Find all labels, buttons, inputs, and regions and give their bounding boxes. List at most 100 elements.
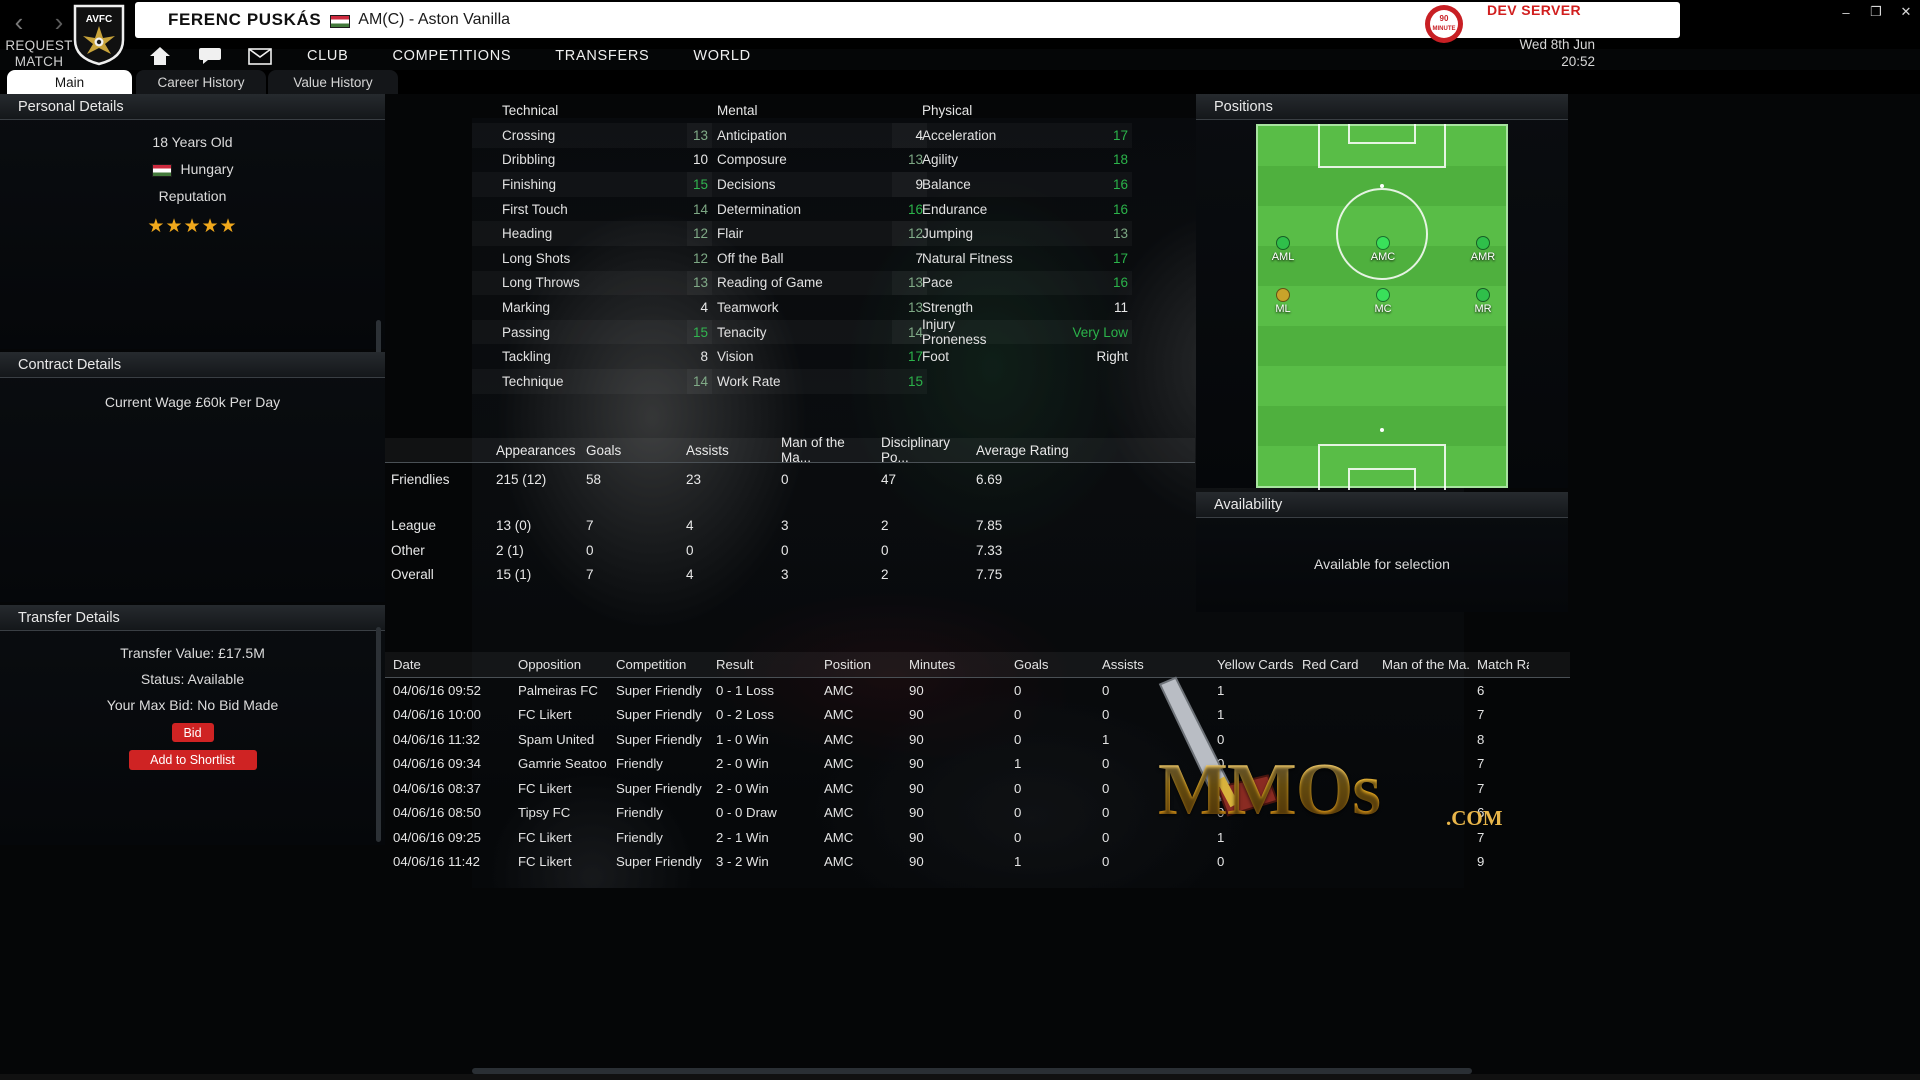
match-column-header[interactable]: Red Card [1294, 657, 1374, 672]
physical-attribute-row: Agility 18 [892, 148, 1132, 173]
nav-item-world[interactable]: WORLD [671, 40, 772, 72]
mental-attribute-label: Decisions [717, 176, 776, 192]
tab-main[interactable]: Main [7, 70, 132, 94]
nav-item-club[interactable]: CLUB [285, 40, 370, 72]
forward-arrow-icon[interactable]: › [46, 4, 72, 40]
transfer-scrollbar[interactable] [376, 627, 381, 842]
physical-attribute-label: Strength [922, 299, 974, 315]
main-nav: CLUB COMPETITIONS TRANSFERS WORLD [135, 40, 773, 72]
technical-attribute-label: Heading [502, 226, 553, 242]
stats-table-row[interactable]: Overall 15 (1) 7 4 3 2 7.75 [385, 563, 1195, 588]
match-column-header[interactable]: Minutes [901, 657, 1006, 672]
physical-attribute-value: 11 [1113, 299, 1128, 315]
match-column-header[interactable]: Assists [1094, 657, 1209, 672]
nav-item-transfers[interactable]: TRANSFERS [533, 40, 671, 72]
table-row[interactable]: 04/06/16 09:34 Gamrie Seatoo... Friendly 2 … [385, 752, 1570, 777]
career-stats-table: Appearances Goals Assists Man of the Ma... D… [385, 435, 1195, 588]
table-row[interactable]: 04/06/16 10:00 FC Likert Super Friendly 0 -… [385, 703, 1570, 728]
match-column-header[interactable]: Match Rat [1469, 657, 1529, 672]
match-column-header[interactable]: Goals [1006, 657, 1094, 672]
stats-table-row[interactable]: League 13 (0) 7 4 3 2 7.85 [385, 514, 1195, 539]
stats-table-row[interactable]: Other 2 (1) 0 0 0 0 7.33 [385, 538, 1195, 563]
restore-button[interactable]: ❐ [1868, 4, 1884, 20]
match-cell: 04/06/16 11:32 [393, 731, 481, 747]
match-column-header[interactable]: Date [385, 657, 510, 672]
match-cell: 8 [1477, 731, 1485, 747]
stats-cell: 4 [686, 518, 694, 534]
stats-column-header[interactable]: Appearances [490, 443, 580, 458]
position-label-mc: MC [1374, 303, 1392, 315]
table-row[interactable]: 04/06/16 09:52 Palmeiras FC Super Friendly… [385, 678, 1570, 703]
technical-attribute-label: Tackling [502, 349, 551, 365]
match-column-header[interactable]: Result [708, 657, 816, 672]
inbox-icon[interactable] [235, 40, 285, 72]
stats-column-header[interactable]: Man of the Ma... [775, 435, 875, 465]
match-cell: 90 [909, 707, 924, 723]
mental-attribute-row: Vision 17 [687, 344, 927, 369]
match-cell: 04/06/16 08:37 [393, 780, 481, 796]
match-cell: AMC [824, 780, 854, 796]
physical-attribute-row: Natural Fitness 17 [892, 246, 1132, 271]
back-arrow-icon[interactable]: ‹ [6, 4, 32, 40]
transfer-details-title: Transfer Details [0, 605, 385, 631]
physical-attribute-row: Pace 16 [892, 271, 1132, 296]
position-label-amr: AMR [1470, 251, 1496, 263]
match-cell: 90 [909, 731, 924, 747]
table-row[interactable]: 04/06/16 08:50 Tipsy FC Friendly 0 - 0 Draw… [385, 801, 1570, 826]
match-cell: 0 [1217, 780, 1225, 796]
stats-column-header[interactable]: Disciplinary Po... [875, 435, 970, 465]
table-row[interactable]: 04/06/16 09:25 FC Likert Friendly 2 - 1 Win… [385, 825, 1570, 850]
match-column-header[interactable]: Yellow Cards [1209, 657, 1294, 672]
match-cell: 04/06/16 10:00 [393, 707, 481, 723]
bid-button[interactable]: Bid [171, 723, 214, 742]
close-button[interactable]: ✕ [1898, 4, 1914, 20]
match-cell: 90 [909, 829, 924, 845]
match-column-header[interactable]: Opposition [510, 657, 608, 672]
stats-cell: 7.85 [976, 518, 1003, 534]
tab-career-history[interactable]: Career History [136, 70, 266, 94]
table-row[interactable]: 04/06/16 08:37 FC Likert Super Friendly 2 -… [385, 776, 1570, 801]
technical-attribute-label: Passing [502, 324, 551, 340]
match-column-header[interactable]: Man of the Ma... [1374, 657, 1469, 672]
stats-cell: 2 [881, 567, 889, 583]
physical-attribute-row: Foot Right [892, 344, 1132, 369]
stats-column-header[interactable]: Average Rating [970, 443, 1090, 458]
window-controls: – ❐ ✕ [1838, 4, 1914, 20]
technical-attribute-row: First Touch 14 [472, 197, 712, 222]
club-crest-icon[interactable]: AVFC [73, 4, 125, 66]
request-match-button[interactable]: REQUEST MATCH [0, 38, 78, 70]
table-row[interactable]: 04/06/16 11:42 FC Likert Super Friendly 3 -… [385, 850, 1570, 875]
match-cell: 1 [1217, 829, 1225, 845]
match-cell: FC Likert [518, 854, 572, 870]
stats-cell: Other [391, 542, 425, 558]
stats-cell: 0 [781, 542, 789, 558]
tab-value-history[interactable]: Value History [268, 70, 398, 94]
mental-attribute-row: Off the Ball 7 [687, 246, 927, 271]
stats-cell: 47 [881, 471, 897, 487]
nav-item-competitions[interactable]: COMPETITIONS [370, 40, 533, 72]
app-root: ‹ › REQUEST MATCH AVFC FERENC PUSKÁS AM(… [0, 0, 1920, 1080]
home-icon[interactable] [135, 40, 185, 72]
match-column-header[interactable]: Position [816, 657, 901, 672]
match-cell: 0 [1102, 682, 1110, 698]
position-label-amc: AMC [1370, 251, 1396, 263]
max-bid: Your Max Bid: No Bid Made [106, 697, 279, 713]
stats-column-header[interactable]: Assists [680, 443, 775, 458]
add-to-shortlist-button[interactable]: Add to Shortlist [128, 750, 257, 770]
match-cell: AMC [824, 731, 854, 747]
transfer-value: Transfer Value: £17.5M [120, 645, 265, 661]
technical-attribute-label: Technique [502, 373, 564, 389]
stats-column-header[interactable]: Goals [580, 443, 680, 458]
match-column-header[interactable]: Competition [608, 657, 708, 672]
physical-attribute-value: 18 [1112, 152, 1128, 168]
physical-attribute-label: Agility [922, 152, 959, 168]
match-cell: 0 [1102, 805, 1110, 821]
minimize-button[interactable]: – [1838, 4, 1854, 20]
personal-details-title: Personal Details [0, 94, 385, 120]
transfer-details-body: Transfer Value: £17.5M Status: Available… [0, 631, 385, 770]
table-row[interactable]: 04/06/16 11:32 Spam United Super Friendly 1… [385, 727, 1570, 752]
stats-table-row[interactable]: Friendlies 215 (12) 58 23 0 47 6.69 [385, 467, 1195, 492]
chat-icon[interactable] [185, 40, 235, 72]
physical-attribute-label: Foot [922, 349, 950, 365]
pitch-diagram: AML AMC AMR ML MC MR [1256, 124, 1508, 490]
